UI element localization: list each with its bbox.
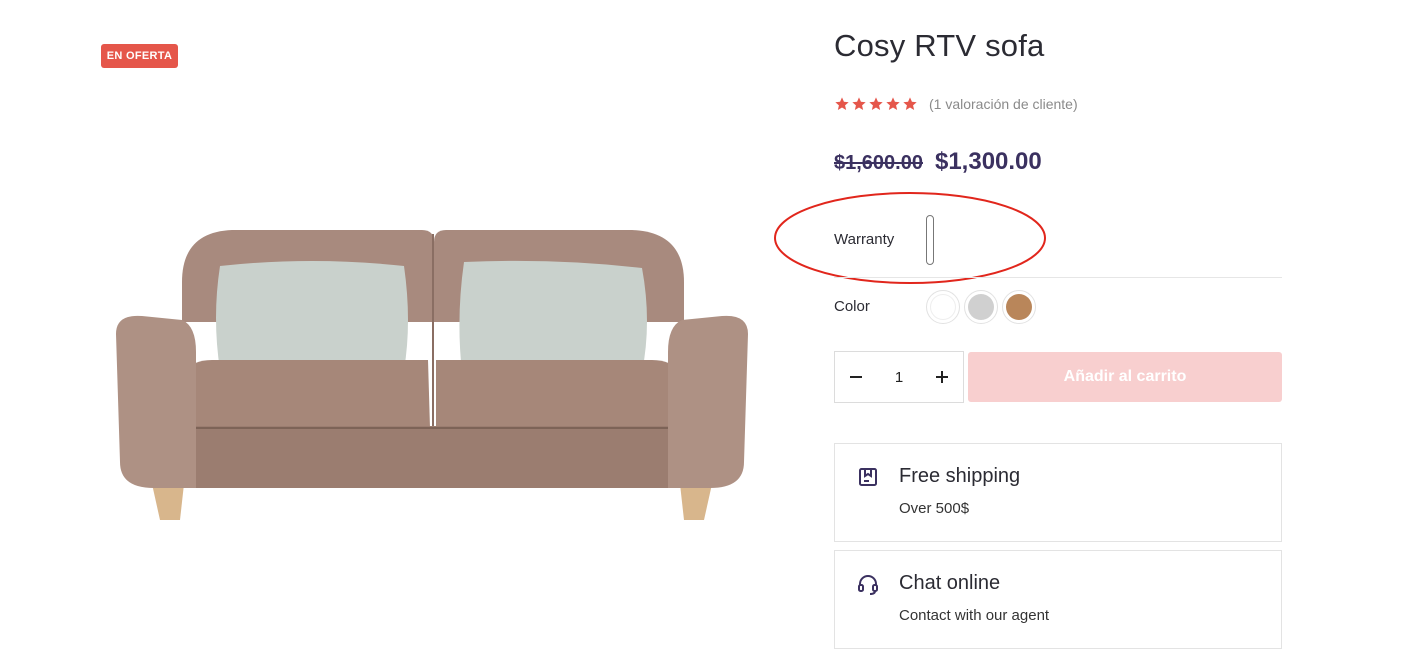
color-dot <box>930 294 956 320</box>
plus-icon <box>936 371 948 383</box>
color-dot <box>1006 294 1032 320</box>
increase-quantity-button[interactable] <box>921 352 963 402</box>
product-title: Cosy RTV sofa <box>834 28 1045 63</box>
review-count-link[interactable]: (1 valoración de cliente) <box>929 96 1078 112</box>
sale-badge: EN OFERTA <box>101 44 178 68</box>
star-icon <box>835 97 849 110</box>
annotation-circle <box>774 192 1046 284</box>
warranty-label: Warranty <box>834 231 895 248</box>
rating: (1 valoración de cliente) <box>834 96 1078 112</box>
divider <box>834 277 1282 278</box>
color-label: Color <box>834 298 870 315</box>
star-icon <box>869 97 883 110</box>
minus-icon <box>850 376 862 378</box>
color-swatch-1[interactable] <box>926 290 960 324</box>
decrease-quantity-button[interactable] <box>835 352 877 402</box>
color-swatch-2[interactable] <box>964 290 998 324</box>
color-swatch-3[interactable] <box>1002 290 1036 324</box>
price: $1,600.00 $1,300.00 <box>834 148 1042 176</box>
star-rating <box>834 96 918 112</box>
old-price: $1,600.00 <box>834 152 923 174</box>
feature-title: Free shipping <box>899 465 1021 487</box>
color-swatches <box>926 290 1036 324</box>
quantity-input[interactable]: 1 <box>879 369 919 386</box>
warranty-select[interactable] <box>926 215 934 265</box>
star-icon <box>852 97 866 110</box>
shipping-box-icon <box>859 468 877 486</box>
color-dot <box>968 294 994 320</box>
star-icon <box>886 97 900 110</box>
feature-free-shipping: Free shipping Over 500$ <box>834 443 1282 542</box>
quantity-stepper: 1 <box>834 351 964 403</box>
sale-price: $1,300.00 <box>934 148 1042 175</box>
add-to-cart-button[interactable]: Añadir al carrito <box>968 352 1282 402</box>
feature-subtitle: Over 500$ <box>899 500 970 517</box>
product-image-sofa[interactable] <box>112 222 752 528</box>
star-icon <box>903 97 917 110</box>
feature-chat-online: Chat online Contact with our agent <box>834 550 1282 649</box>
headset-icon <box>858 575 878 595</box>
feature-subtitle: Contact with our agent <box>899 607 1050 624</box>
feature-title: Chat online <box>899 572 1001 594</box>
